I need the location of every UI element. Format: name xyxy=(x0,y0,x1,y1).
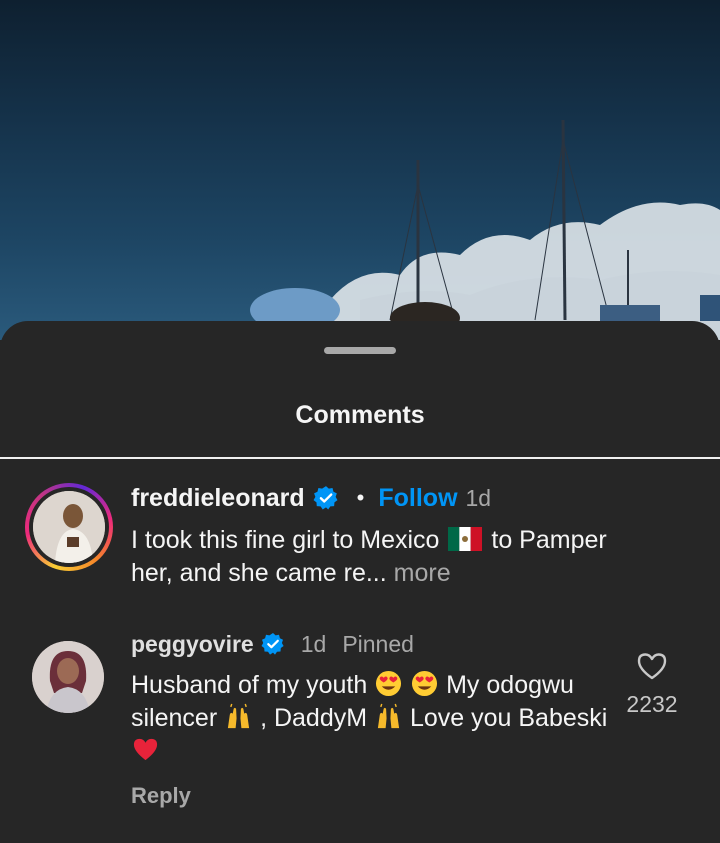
avatar-portrait-image xyxy=(33,491,105,563)
raised-hands-emoji-icon xyxy=(228,703,250,729)
like-count: 2232 xyxy=(626,691,678,717)
sheet-title: Comments xyxy=(295,401,425,429)
heart-eyes-emoji-icon xyxy=(376,670,402,697)
commenter-avatar[interactable] xyxy=(32,641,104,713)
comment-row: peggyovire 1d Pinned Husband of my youth xyxy=(0,621,720,843)
avatar-gap xyxy=(29,487,109,567)
heart-eyes-emoji-icon xyxy=(412,670,438,697)
header-divider xyxy=(0,457,720,459)
reply-button[interactable]: Reply xyxy=(131,783,191,809)
verified-badge-icon xyxy=(313,486,338,510)
comment-text-part4: Love you Babeski xyxy=(409,704,608,732)
verified-badge-icon xyxy=(261,633,284,655)
caption-header: freddieleonard • Follow 1d xyxy=(131,481,491,515)
avatar[interactable] xyxy=(33,491,105,563)
caption-text-part1: I took this fine girl to Mexico xyxy=(131,526,440,554)
post-photo-background xyxy=(0,0,720,340)
follow-button[interactable]: Follow xyxy=(378,484,457,513)
caption-text: I took this fine girl to Mexico to Pampe… xyxy=(131,524,651,590)
comment-header: peggyovire 1d Pinned xyxy=(131,629,414,659)
story-ring-avatar[interactable] xyxy=(25,483,113,571)
caption-timestamp: 1d xyxy=(465,484,492,511)
comment-text-part1: Husband of my youth xyxy=(131,671,368,699)
drag-handle[interactable] xyxy=(324,347,396,354)
harbor-scene-image xyxy=(250,119,720,340)
pinned-label: Pinned xyxy=(342,630,414,657)
mexico-flag-icon xyxy=(448,527,483,551)
comment-timestamp: 1d xyxy=(300,630,327,657)
heart-outline-icon[interactable] xyxy=(636,651,668,681)
comment-text: Husband of my youth My odogwu silencer ,… xyxy=(131,669,611,768)
comment-username[interactable]: peggyovire xyxy=(131,631,254,658)
comments-sheet: Comments freddieleonard • Follow 1d I to… xyxy=(0,321,720,843)
separator-dot: • xyxy=(356,485,365,510)
more-link[interactable]: more xyxy=(387,559,451,587)
red-heart-emoji-icon xyxy=(133,738,158,761)
commenter-portrait-image xyxy=(32,641,104,713)
caption-username[interactable]: freddieleonard xyxy=(131,484,305,513)
caption-row: freddieleonard • Follow 1d I took this f… xyxy=(0,471,720,621)
comment-text-part3: , DaddyM xyxy=(260,704,368,732)
raised-hands-emoji-icon xyxy=(377,703,400,729)
